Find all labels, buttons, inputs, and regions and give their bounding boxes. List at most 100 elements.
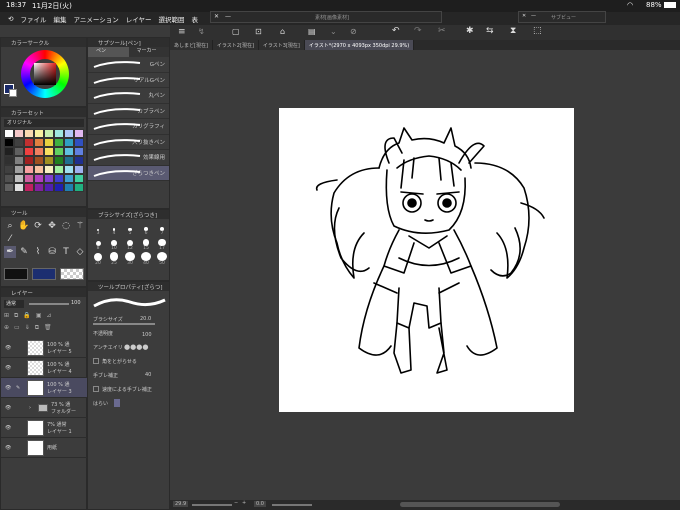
material-window-bar[interactable]: ✕ — 素材[画像素材]	[210, 11, 442, 23]
cut-icon[interactable]: ✂	[438, 26, 446, 36]
layer-row-selected[interactable]: 👁 ✎ 100 % 通レイヤー 3	[1, 378, 88, 398]
color-swatch[interactable]	[64, 129, 74, 138]
menu-selection[interactable]: 選択範囲	[159, 14, 185, 24]
clear-icon[interactable]: ⊘	[350, 27, 357, 36]
zoom-out-icon[interactable]: −	[234, 500, 238, 506]
zoom-icon[interactable]: ⌕	[4, 220, 16, 232]
brush-size-option[interactable]: 17	[155, 237, 169, 251]
brush-item[interactable]: 入り抜きペン	[88, 135, 169, 150]
color-swatch[interactable]	[14, 183, 24, 192]
transparent-color-chip[interactable]	[60, 268, 84, 280]
new-layer-icon[interactable]: ⊕	[4, 324, 9, 334]
color-swatch[interactable]	[64, 147, 74, 156]
color-swatch[interactable]	[24, 183, 34, 192]
undo-history-icon[interactable]: ↯	[198, 27, 205, 36]
color-swatch[interactable]	[74, 147, 84, 156]
speed-stabilization-row[interactable]: 速度による手ブレ補正	[88, 382, 171, 396]
color-swatch[interactable]	[74, 156, 84, 165]
color-swatch[interactable]	[54, 156, 64, 165]
brush-item[interactable]: Gペン	[88, 57, 169, 73]
save-icon[interactable]: ⊡	[255, 27, 262, 36]
layer-row[interactable]: 👁 7% 通常 レイヤー 1	[1, 418, 88, 438]
color-swatch[interactable]	[44, 129, 54, 138]
selection-icon[interactable]: ⬚	[533, 26, 542, 36]
color-swatch[interactable]	[24, 156, 34, 165]
color-swatch[interactable]	[14, 156, 24, 165]
airbrush-icon[interactable]: ⌇	[32, 246, 44, 258]
brush-size-option[interactable]: 3	[91, 222, 105, 236]
menu-file[interactable]: ファイル	[20, 14, 46, 24]
color-swatch[interactable]	[34, 156, 44, 165]
color-swatch[interactable]	[44, 138, 54, 147]
brush-item[interactable]: 効果線用	[88, 150, 169, 166]
chevron-right-icon[interactable]: ›	[29, 405, 31, 411]
tab-pen[interactable]: ペン	[88, 47, 129, 57]
brush-size-option[interactable]: 10	[107, 237, 121, 251]
tab-canvas-3[interactable]: イラスト3[現在]	[258, 40, 305, 50]
delete-layer-icon[interactable]: 🗑	[44, 324, 52, 334]
color-swatch[interactable]	[14, 174, 24, 183]
color-set-dropdown[interactable]: オリジナル	[4, 119, 84, 127]
menu-layer[interactable]: レイヤー	[126, 14, 152, 24]
clip-icon[interactable]: ⧉	[14, 312, 18, 322]
tab-marker[interactable]: マーカー	[128, 47, 169, 57]
color-swatch[interactable]	[44, 165, 54, 174]
color-swatch[interactable]	[64, 156, 74, 165]
brush-size-option[interactable]: 12	[123, 237, 137, 251]
visibility-icon[interactable]: 👁	[5, 445, 11, 451]
brush-size-option[interactable]: 8	[91, 237, 105, 251]
color-swatch[interactable]	[54, 147, 64, 156]
mask-icon[interactable]: ▣	[36, 312, 42, 322]
fill-icon[interactable]: ⧗	[510, 26, 516, 36]
color-swatch[interactable]	[14, 165, 24, 174]
menu-animation[interactable]: アニメーション	[73, 14, 118, 24]
layer-row[interactable]: 👁 100 % 通レイヤー 5	[1, 338, 88, 358]
color-swatch[interactable]	[74, 183, 84, 192]
color-swatch[interactable]	[54, 129, 64, 138]
layer-row[interactable]: 👁 用紙	[1, 438, 88, 458]
merge-icon[interactable]: ⇓	[25, 324, 30, 334]
transform-icon[interactable]: ✱	[466, 26, 474, 36]
color-swatch[interactable]	[4, 129, 14, 138]
color-swatch[interactable]	[14, 147, 24, 156]
redo-icon[interactable]: ↷	[414, 26, 422, 36]
subview-window-bar[interactable]: ✕ — サブビュー	[518, 11, 606, 23]
color-swatch[interactable]	[74, 129, 84, 138]
canvas-area[interactable]	[170, 50, 680, 500]
lasso-icon[interactable]: ◌	[60, 220, 72, 232]
color-swatch[interactable]	[14, 138, 24, 147]
color-swatch[interactable]	[34, 165, 44, 174]
duplicate-icon[interactable]: ⧉	[35, 324, 39, 334]
checkbox[interactable]	[93, 386, 99, 392]
brush-item[interactable]: ざらつきペン	[88, 165, 169, 181]
canvas-paper[interactable]	[279, 108, 574, 412]
opacity-slider[interactable]	[29, 303, 69, 305]
sub-color-swatch[interactable]	[9, 89, 17, 97]
color-swatch[interactable]	[74, 138, 84, 147]
color-swatch[interactable]	[4, 147, 14, 156]
color-swatch[interactable]	[34, 129, 44, 138]
tab-canvas-2[interactable]: イラスト2[現在]	[212, 40, 259, 50]
zoom-value[interactable]: 29.9	[173, 501, 189, 507]
brush-icon[interactable]: ✎	[18, 246, 30, 258]
checkbox[interactable]	[93, 358, 99, 364]
flip-icon[interactable]: ⇆	[486, 26, 494, 36]
tab-canvas-1[interactable]: あしまど[現在]	[170, 40, 213, 50]
brush-item[interactable]: カリグラフィ	[88, 119, 169, 135]
fade-icon[interactable]	[114, 399, 121, 407]
angle-value[interactable]: 0.0	[254, 501, 266, 507]
visibility-icon[interactable]: 👁	[5, 345, 11, 351]
color-swatch[interactable]	[74, 165, 84, 174]
color-swatch[interactable]	[64, 183, 74, 192]
app-icon[interactable]: ⟲	[8, 15, 13, 23]
export-icon[interactable]: ▤	[308, 27, 316, 36]
rotate-icon[interactable]: ⟳	[32, 220, 44, 232]
rotate-slider[interactable]	[272, 504, 312, 506]
color-swatch[interactable]	[54, 138, 64, 147]
visibility-icon[interactable]: 👁	[5, 425, 11, 431]
color-swatch[interactable]	[54, 174, 64, 183]
close-icon[interactable]: ✕	[522, 13, 526, 19]
brush-size-option[interactable]: 50	[155, 252, 169, 266]
blend-mode-select[interactable]: 通常	[4, 300, 24, 308]
lock-icon[interactable]: 🔒	[23, 312, 30, 322]
